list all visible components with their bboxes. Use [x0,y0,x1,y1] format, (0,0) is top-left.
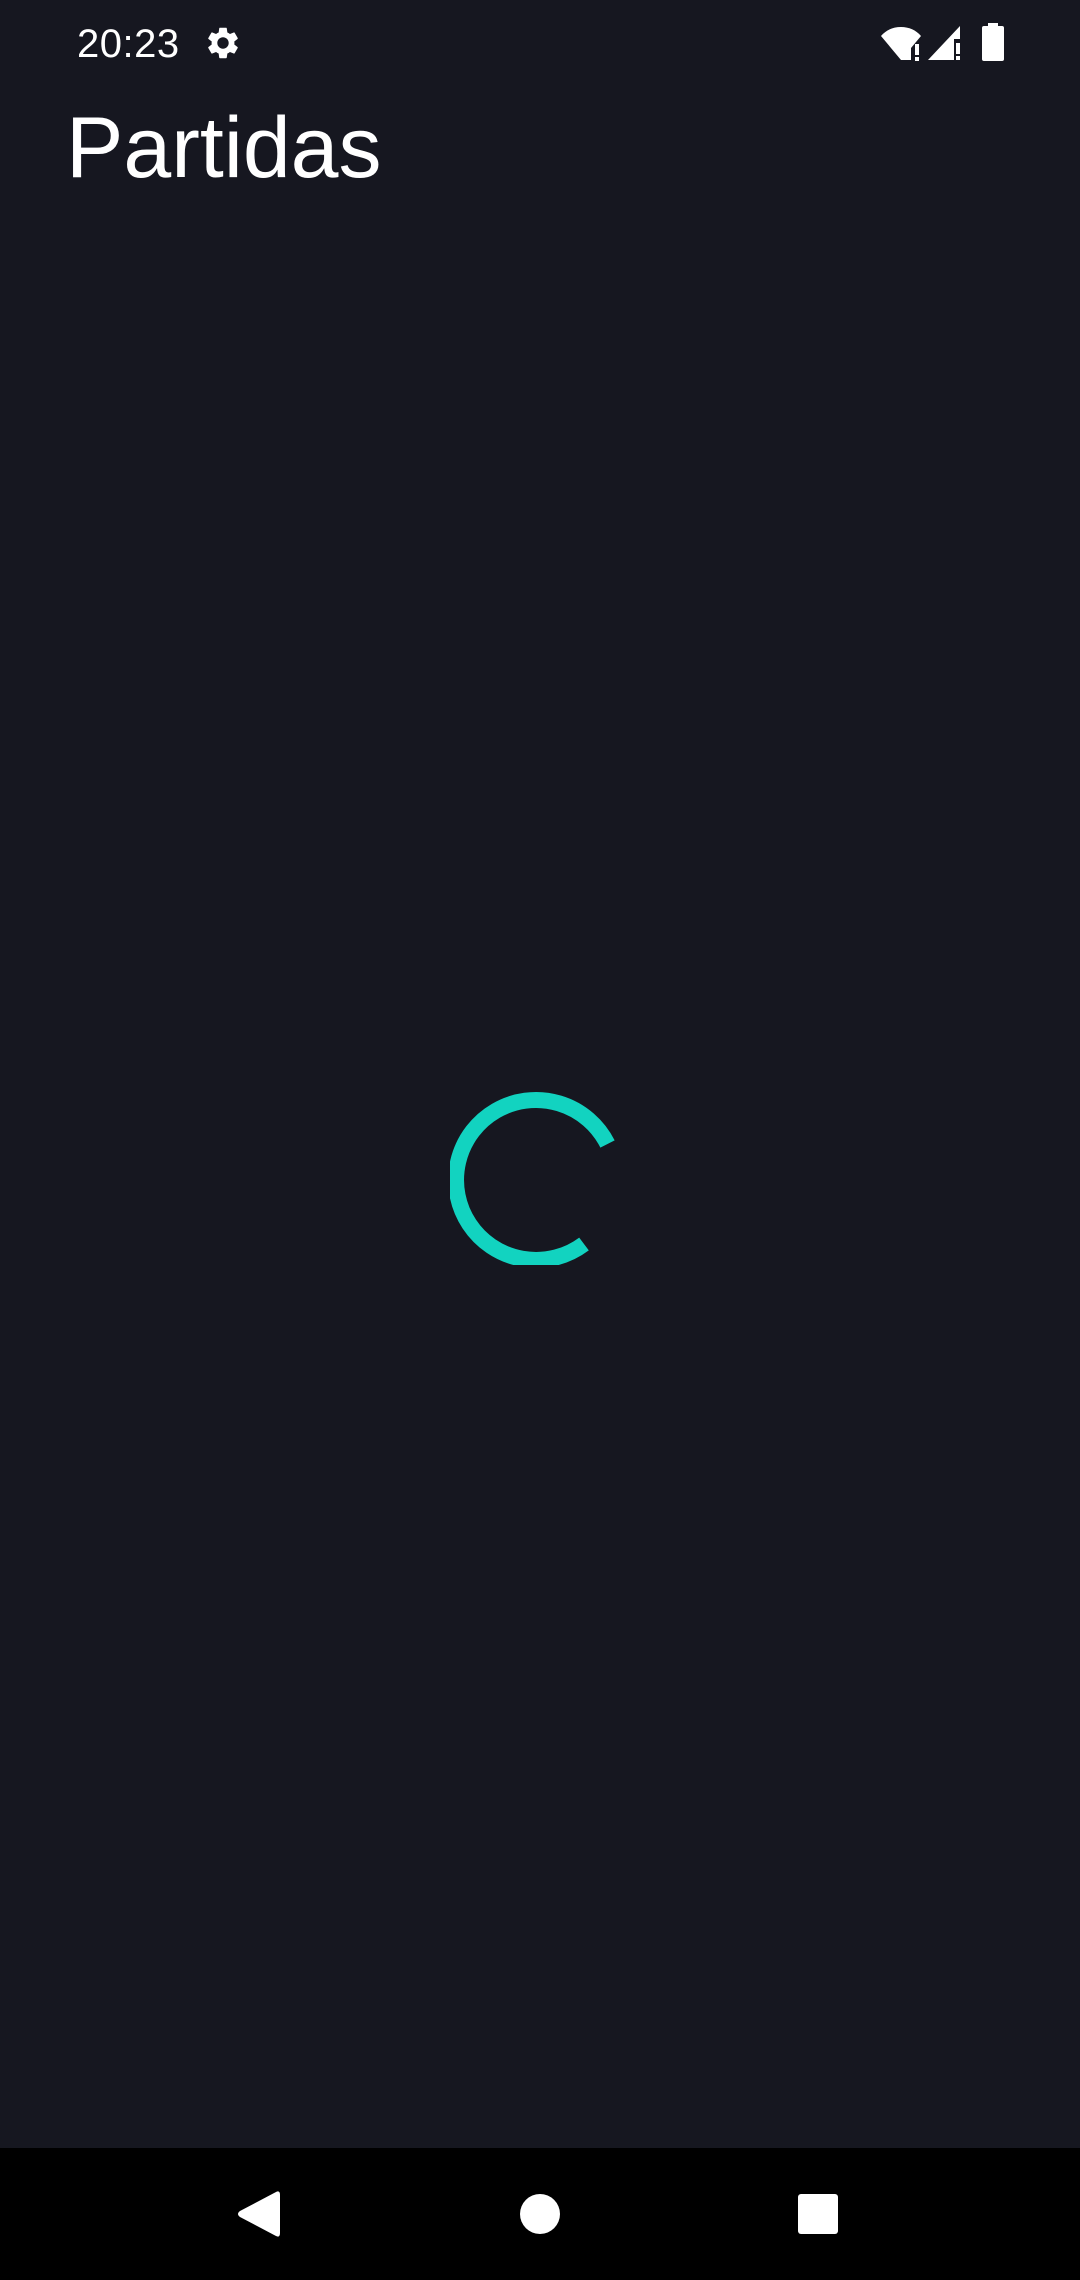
status-time: 20:23 [77,22,180,66]
gear-icon [208,27,238,59]
wifi-alert-icon [881,27,921,61]
home-icon[interactable] [519,2193,561,2235]
page-title: Partidas [66,100,382,196]
battery-icon [982,23,1004,61]
app-screen: 20:23 Partidas [0,0,1080,2280]
status-bar: 20:23 [0,0,1080,88]
back-icon[interactable] [236,2190,280,2238]
navigation-bar [0,2148,1080,2280]
recents-icon[interactable] [797,2193,839,2235]
signal-alert-icon [928,26,960,60]
loading-spinner-icon [450,1091,615,1265]
